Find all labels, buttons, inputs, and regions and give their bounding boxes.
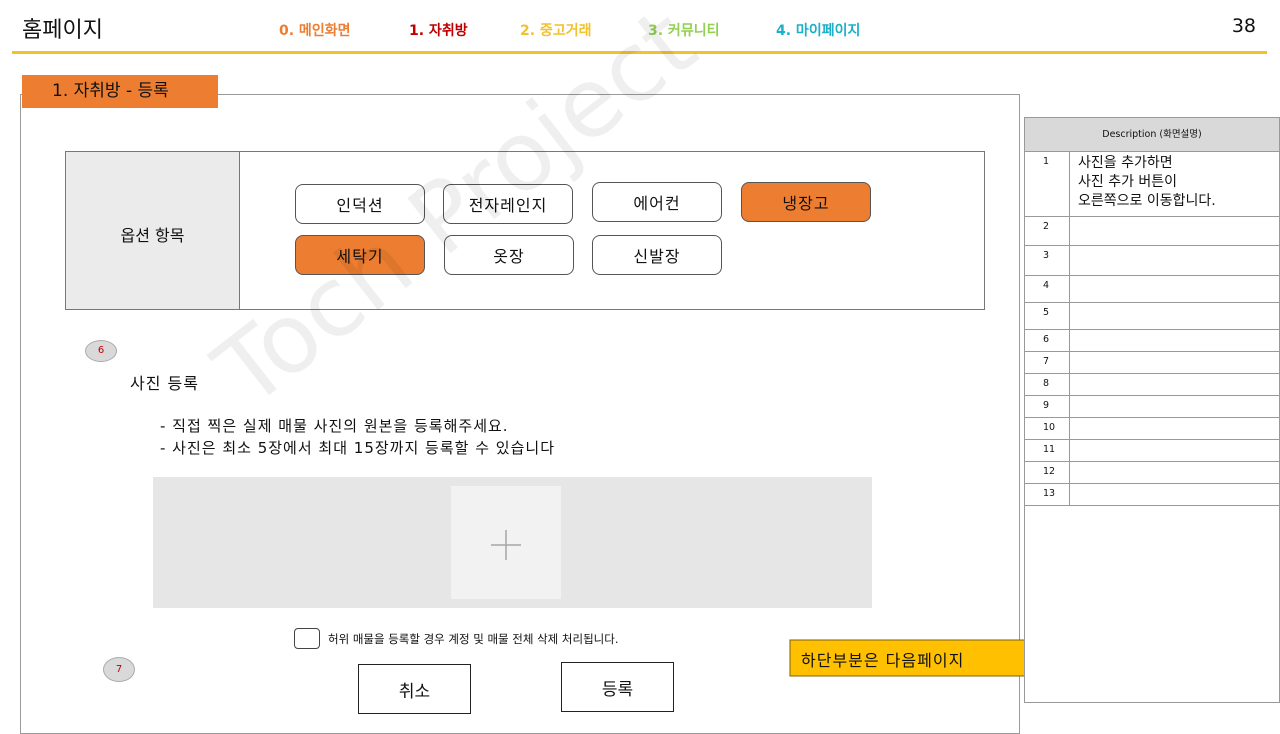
agree-checkbox[interactable] [294, 628, 320, 649]
description-row: 9 [1025, 395, 1279, 417]
nav-main[interactable]: 0. 메인화면 [279, 20, 350, 40]
description-row-number: 1 [1025, 152, 1070, 216]
description-row-text: 사진을 추가하면 사진 추가 버튼이 오른쪽으로 이동합니다. [1078, 155, 1216, 209]
description-row-number: 5 [1025, 303, 1070, 329]
description-row: 1 사진을 추가하면 사진 추가 버튼이 오른쪽으로 이동합니다. [1025, 151, 1279, 216]
plus-icon [491, 530, 521, 560]
description-row: 6 [1025, 329, 1279, 351]
option-label: 옵션 항목 [120, 226, 185, 245]
nav-room[interactable]: 1. 자취방 [409, 20, 468, 40]
description-row-number: 11 [1025, 440, 1070, 461]
description-row-number: 6 [1025, 330, 1070, 351]
description-row: 12 [1025, 461, 1279, 483]
photo-guide-2: - 사진은 최소 5장에서 최대 15장까지 등록할 수 있습니다 [160, 439, 555, 457]
marker-7: 7 [103, 657, 135, 682]
page-title: 홈페이지 [22, 18, 103, 43]
option-aircon[interactable]: 에어컨 [592, 182, 722, 222]
description-table-bottom [1025, 505, 1279, 506]
agree-text: 허위 매물을 등록할 경우 계정 및 매물 전체 삭제 처리됩니다. [328, 632, 619, 646]
description-row-number: 2 [1025, 217, 1070, 245]
add-photo-button[interactable] [451, 486, 561, 599]
description-row-number: 13 [1025, 484, 1070, 505]
section-tag: 1. 자취방 - 등록 [22, 75, 218, 108]
description-row: 11 [1025, 439, 1279, 461]
description-row-number: 9 [1025, 396, 1070, 417]
nav-mypage[interactable]: 4. 마이페이지 [776, 20, 860, 40]
description-row: 4 [1025, 275, 1279, 302]
description-row: 2 [1025, 216, 1279, 245]
description-row-number: 8 [1025, 374, 1070, 395]
description-row: 10 [1025, 417, 1279, 439]
option-fridge[interactable]: 냉장고 [741, 182, 871, 222]
description-row-number: 12 [1025, 462, 1070, 483]
photo-section-title: 사진 등록 [130, 374, 199, 393]
register-button[interactable]: 등록 [561, 662, 674, 712]
description-row: 13 [1025, 483, 1279, 505]
description-row-number: 3 [1025, 246, 1070, 275]
description-row: 3 [1025, 245, 1279, 275]
option-shoe-rack[interactable]: 신발장 [592, 235, 722, 275]
photo-guide-1: - 직접 찍은 실제 매물 사진의 원본을 등록해주세요. [160, 417, 509, 435]
marker-6: 6 [85, 340, 117, 362]
description-row-number: 7 [1025, 352, 1070, 373]
page-number: 38 [1231, 15, 1256, 37]
next-page-callout-label: 하단부분은 다음페이지 [801, 651, 965, 670]
description-row-number: 4 [1025, 276, 1070, 302]
cancel-button[interactable]: 취소 [358, 664, 471, 714]
description-row-number: 10 [1025, 418, 1070, 439]
description-row: 8 [1025, 373, 1279, 395]
description-panel: Description (화면설명) 1 사진을 추가하면 사진 추가 버튼이 오… [1024, 117, 1280, 703]
description-row: 5 [1025, 302, 1279, 329]
description-row: 7 [1025, 351, 1279, 373]
description-header: Description (화면설명) [1025, 118, 1279, 151]
